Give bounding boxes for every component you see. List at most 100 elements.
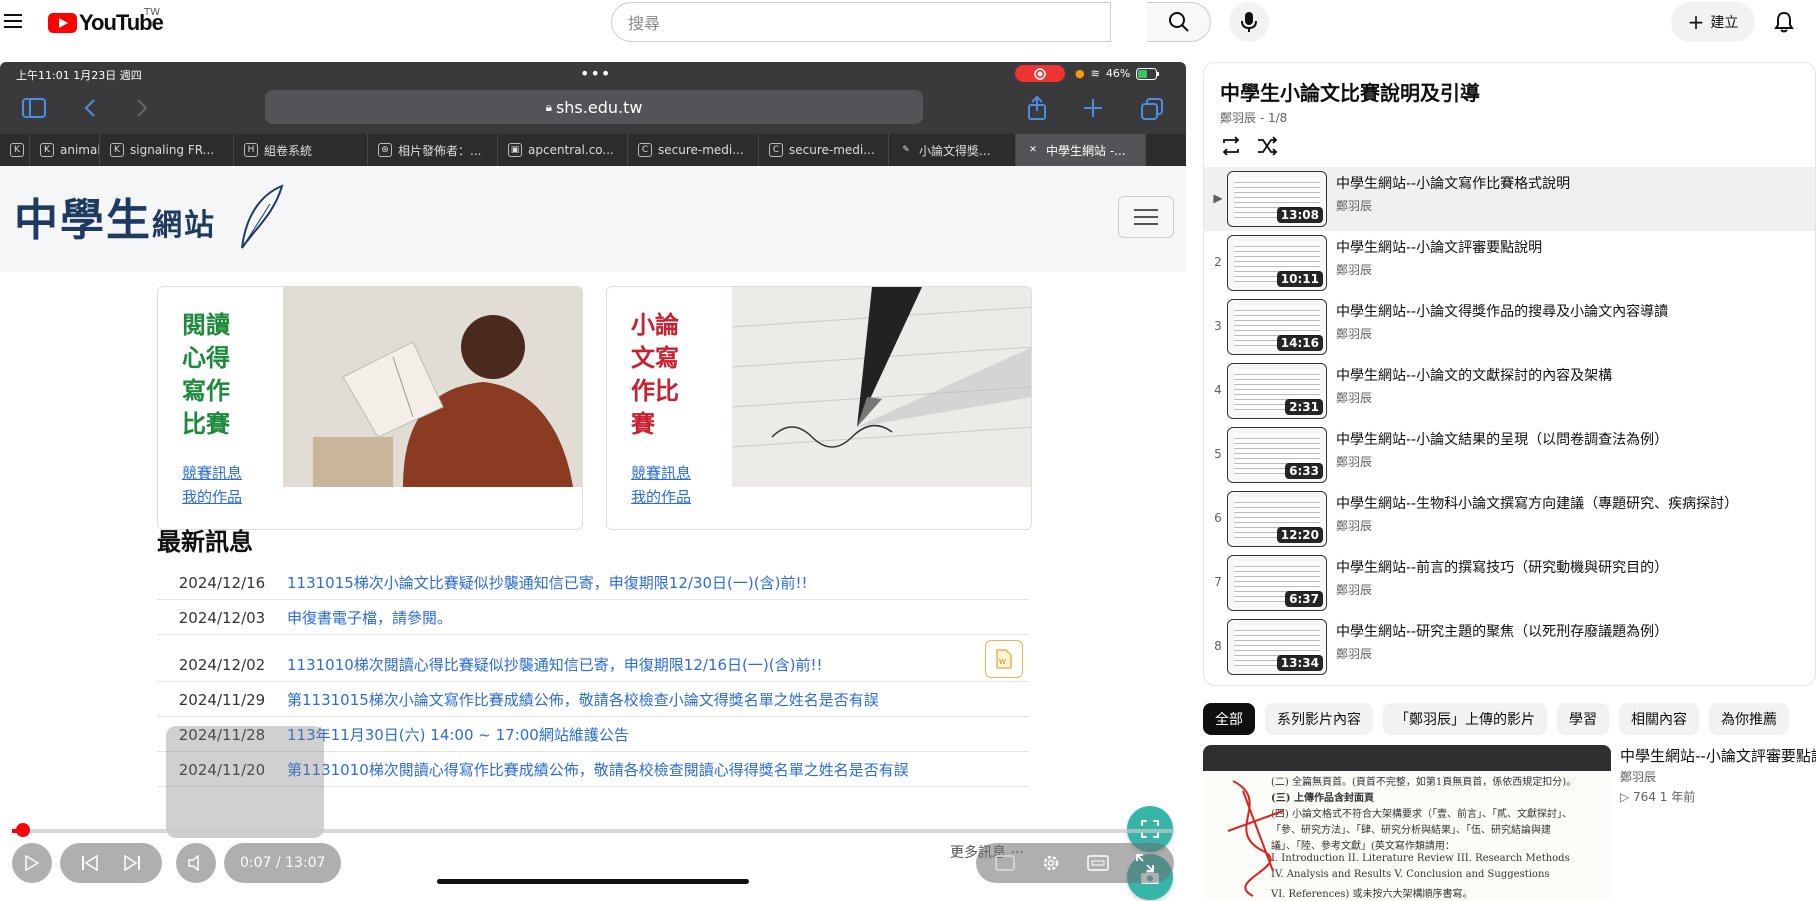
forward-icon[interactable] bbox=[135, 98, 149, 118]
playlist-channel[interactable]: 鄭羽辰 bbox=[1336, 517, 1372, 534]
playlist-item[interactable]: 5 6:33 中學生網站--小論文結果的呈現（以問卷調查法為例） 鄭羽辰 bbox=[1204, 423, 1815, 487]
chip-learning[interactable]: 學習 bbox=[1557, 703, 1609, 735]
picture-in-picture-overlay bbox=[166, 726, 324, 838]
browser-tab[interactable]: Csecure-medi... bbox=[759, 134, 889, 166]
browser-tab[interactable]: Ksignaling FR... bbox=[100, 134, 234, 166]
playlist-video-title[interactable]: 中學生網站--小論文得獎作品的搜尋及小論文內容導讀 bbox=[1336, 301, 1668, 321]
playlist-item[interactable]: 8 13:34 中學生網站--研究主題的聚焦（以死刑存廢議題為例） 鄭羽辰 bbox=[1204, 615, 1815, 679]
chip-uploader[interactable]: 「鄭羽辰」上傳的影片 bbox=[1383, 703, 1547, 735]
playlist-video-title[interactable]: 中學生網站--小論文寫作比賽格式說明 bbox=[1336, 173, 1570, 193]
youtube-logo[interactable]: YouTube TW bbox=[48, 7, 164, 36]
search-button[interactable] bbox=[1147, 2, 1211, 42]
playlist-thumbnail[interactable]: 14:16 bbox=[1227, 299, 1327, 355]
browser-tab[interactable]: K bbox=[0, 134, 30, 166]
playlist-thumbnail[interactable]: 13:34 bbox=[1227, 619, 1327, 675]
playlist-channel[interactable]: 鄭羽辰 bbox=[1336, 325, 1372, 342]
browser-tab-active[interactable]: ✕ 中學生網站 -... bbox=[1016, 134, 1146, 166]
progress-bar[interactable] bbox=[12, 829, 1174, 833]
reading-contest-card[interactable]: 閱讀心得寫作比賽 競賽訊息 我的作品 bbox=[157, 286, 583, 530]
playlist-item[interactable]: 2 10:11 中學生網站--小論文評審要點說明 鄭羽辰 bbox=[1204, 231, 1815, 295]
playlist-thumbnail[interactable]: 13:08 bbox=[1227, 171, 1327, 227]
playlist-item[interactable]: 3 14:16 中學生網站--小論文得獎作品的搜尋及小論文內容導讀 鄭羽辰 bbox=[1204, 295, 1815, 359]
new-tab-icon[interactable] bbox=[1083, 98, 1103, 118]
menu-icon[interactable] bbox=[4, 12, 22, 30]
chip-recommended[interactable]: 為你推薦 bbox=[1709, 703, 1789, 735]
playlist-channel[interactable]: 鄭羽辰 bbox=[1336, 453, 1372, 470]
news-row[interactable]: 2024/12/16 1131015梯次小論文比賽疑似抄襲通知信已寄，申復期限12… bbox=[157, 566, 1029, 600]
my-works-link[interactable]: 我的作品 bbox=[182, 485, 242, 509]
news-row[interactable]: 2024/12/02 1131010梯次閱讀心得比賽疑似抄襲通知信已寄，申復期限1… bbox=[157, 648, 1029, 682]
playlist-video-title[interactable]: 中學生網站--小論文評審要點說明 bbox=[1336, 237, 1542, 257]
related-video-thumbnail[interactable]: (二) 全篇無頁首。(頁首不完整，如第1頁無頁首，係依西規定扣分)。 (三) 上… bbox=[1203, 745, 1611, 901]
playlist-item[interactable]: 4 2:31 中學生網站--小論文的文獻探討的內容及架構 鄭羽辰 bbox=[1204, 359, 1815, 423]
playlist-channel[interactable]: 鄭羽辰 bbox=[1336, 261, 1372, 278]
chip-related[interactable]: 相關內容 bbox=[1619, 703, 1699, 735]
site-logo[interactable]: 中學生網站 bbox=[14, 184, 216, 248]
wifi-icon: ≋ bbox=[1090, 67, 1100, 80]
theater-mode-icon[interactable] bbox=[1087, 854, 1109, 872]
playlist-index: 6 bbox=[1214, 511, 1222, 525]
multitask-dots-icon: ••• bbox=[580, 64, 612, 83]
share-icon[interactable] bbox=[1027, 96, 1047, 120]
settings-gear-icon[interactable] bbox=[1041, 853, 1061, 873]
playlist-video-title[interactable]: 中學生網站--小論文的文獻探討的內容及架構 bbox=[1336, 365, 1612, 385]
voice-search-button[interactable] bbox=[1229, 2, 1269, 42]
address-bar[interactable]: 🔒︎ shs.edu.tw bbox=[265, 90, 923, 124]
loop-icon[interactable] bbox=[1220, 135, 1242, 157]
playlist-thumbnail[interactable]: 2:31 bbox=[1227, 363, 1327, 419]
browser-tab[interactable]: ⊛ 相片發佈者：... bbox=[368, 134, 498, 166]
site-menu-button[interactable] bbox=[1118, 196, 1174, 238]
related-video-title[interactable]: 中學生網站--小論文評審要點說明 bbox=[1620, 745, 1816, 766]
playlist-channel[interactable]: 鄭羽辰 bbox=[1336, 197, 1372, 214]
playlist-item[interactable]: ▶ 13:08 中學生網站--小論文寫作比賽格式說明 鄭羽辰 bbox=[1204, 167, 1815, 231]
playlist-video-title[interactable]: 中學生網站--生物科小論文撰寫方向建議（專題研究、疾病探討） bbox=[1336, 493, 1738, 513]
playlist-channel[interactable]: 鄭羽辰 bbox=[1336, 581, 1372, 598]
my-works-link[interactable]: 我的作品 bbox=[631, 485, 691, 509]
search-input[interactable]: 搜尋 bbox=[611, 2, 1111, 42]
news-row[interactable]: 2024/11/29 第1131015梯次小論文寫作比賽成績公佈，敬請各校檢查小論… bbox=[157, 683, 1029, 717]
next-icon[interactable] bbox=[123, 855, 141, 871]
volume-button[interactable] bbox=[176, 843, 216, 883]
chip-series[interactable]: 系列影片內容 bbox=[1265, 703, 1373, 735]
subtitles-icon[interactable] bbox=[995, 853, 1015, 873]
tabs-overview-icon[interactable] bbox=[1141, 98, 1163, 120]
news-row[interactable]: 2024/12/03 申復書電子檔，請參閱。 bbox=[157, 601, 1029, 635]
play-button[interactable] bbox=[12, 843, 52, 883]
browser-tab[interactable]: ▣ apcentral.co... bbox=[498, 134, 628, 166]
playlist-channel[interactable]: 鄭羽辰 bbox=[1336, 389, 1372, 406]
playlist-item[interactable]: 6 12:20 中學生網站--生物科小論文撰寫方向建議（專題研究、疾病探討） 鄭羽辰 bbox=[1204, 487, 1815, 551]
progress-scrubber[interactable] bbox=[16, 823, 30, 837]
fullscreen-icon[interactable] bbox=[1135, 853, 1155, 873]
browser-tab[interactable]: Kanimal bbox=[30, 134, 100, 166]
playlist-title[interactable]: 中學生小論文比賽說明及引導 bbox=[1220, 77, 1480, 106]
playlist-item[interactable]: 7 6:37 中學生網站--前言的撰寫技巧（研究動機與研究目的） 鄭羽辰 bbox=[1204, 551, 1815, 615]
document-download-icon[interactable]: W bbox=[985, 640, 1023, 678]
microphone-icon bbox=[1241, 12, 1257, 32]
playlist-thumbnail[interactable]: 6:37 bbox=[1227, 555, 1327, 611]
playlist-channel[interactable]: 鄭羽辰 bbox=[1336, 645, 1372, 662]
create-button[interactable]: + 建立 bbox=[1671, 2, 1755, 42]
previous-icon[interactable] bbox=[81, 855, 99, 871]
related-video-channel[interactable]: 鄭羽辰 bbox=[1620, 768, 1656, 785]
contest-info-link[interactable]: 競賽訊息 bbox=[631, 461, 691, 485]
battery-percent: 46% bbox=[1105, 67, 1131, 80]
browser-tab[interactable]: H 組卷系統 bbox=[234, 134, 368, 166]
masthead: YouTube TW 搜尋 + 建立 bbox=[0, 0, 1816, 44]
chip-all[interactable]: 全部 bbox=[1203, 703, 1255, 735]
notifications-bell-icon[interactable] bbox=[1772, 10, 1796, 34]
contest-info-link[interactable]: 競賽訊息 bbox=[182, 461, 242, 485]
playlist-thumbnail[interactable]: 10:11 bbox=[1227, 235, 1327, 291]
shuffle-icon[interactable] bbox=[1256, 135, 1278, 157]
svg-text:W: W bbox=[999, 658, 1006, 666]
browser-tab[interactable]: ✎ 小論文得獎... bbox=[889, 134, 1016, 166]
sidebar-icon[interactable] bbox=[22, 98, 46, 118]
essay-contest-card[interactable]: 小論文寫作比賽 競賽訊息 我的作品 bbox=[606, 286, 1032, 530]
playlist-video-title[interactable]: 中學生網站--小論文結果的呈現（以問卷調查法為例） bbox=[1336, 429, 1668, 449]
playlist-thumbnail[interactable]: 12:20 bbox=[1227, 491, 1327, 547]
back-icon[interactable] bbox=[83, 98, 97, 118]
playlist-video-title[interactable]: 中學生網站--前言的撰寫技巧（研究動機與研究目的） bbox=[1336, 557, 1668, 577]
playlist-thumbnail[interactable]: 6:33 bbox=[1227, 427, 1327, 483]
browser-tab[interactable]: Csecure-medi... bbox=[628, 134, 759, 166]
video-player[interactable]: 上午11:01 1月23日 週四 ••• ● ≋ 46% 🔒︎ shs.edu.… bbox=[0, 62, 1186, 901]
playlist-video-title[interactable]: 中學生網站--研究主題的聚焦（以死刑存廢議題為例） bbox=[1336, 621, 1668, 641]
